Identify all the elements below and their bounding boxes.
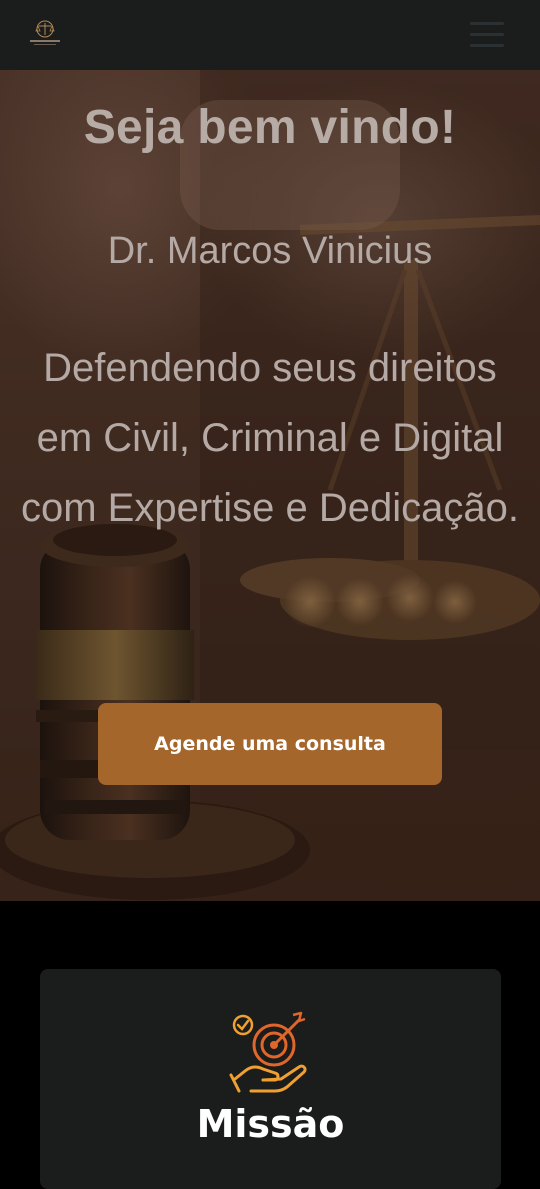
target-in-hand-icon <box>229 1011 307 1093</box>
hamburger-menu-icon <box>470 22 504 25</box>
hero-section: Seja bem vindo! Dr. Marcos Vinicius Defe… <box>0 70 540 901</box>
hero-tagline: Defendendo seus direitos em Civil, Crimi… <box>20 346 519 530</box>
mission-title: Missão <box>196 1102 345 1146</box>
scales-of-justice-logo-icon[interactable] <box>28 18 62 48</box>
menu-button[interactable] <box>470 22 504 48</box>
hero-title: Seja bem vindo! <box>83 101 457 154</box>
hero-lawyer-name: Dr. Marcos Vinicius <box>107 230 433 272</box>
mission-card: Missão <box>40 969 501 1189</box>
schedule-consultation-button[interactable]: Agende uma consulta <box>98 703 442 785</box>
site-header <box>0 0 540 70</box>
